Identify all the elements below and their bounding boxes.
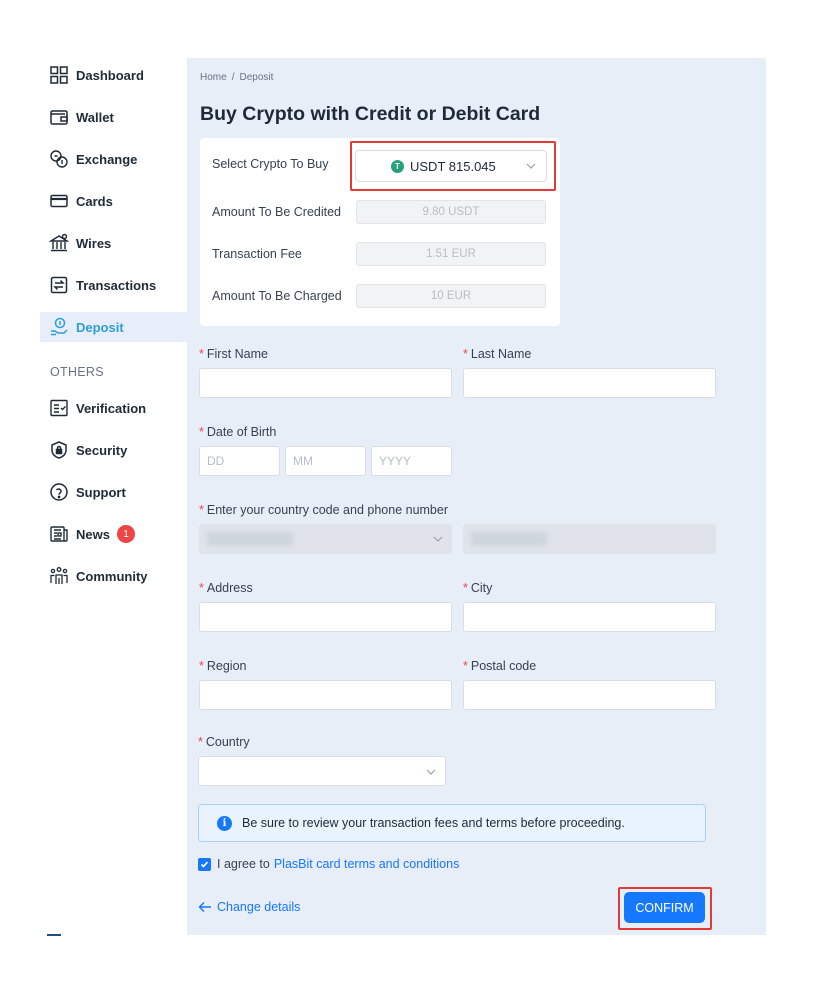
dob-month-input[interactable]	[285, 446, 366, 476]
chevron-down-icon	[432, 532, 444, 550]
country-label: * Country	[198, 735, 250, 749]
sidebar-collapse-handle[interactable]	[47, 934, 61, 936]
deposit-icon	[49, 317, 69, 337]
sidebar-item-wallet[interactable]: Wallet	[40, 102, 188, 132]
sidebar-item-news[interactable]: News 1	[40, 519, 188, 549]
last-name-label: * Last Name	[463, 347, 532, 361]
dob-label: * Date of Birth	[199, 425, 277, 439]
sidebar-item-deposit[interactable]: Deposit	[40, 312, 188, 342]
help-icon	[49, 482, 69, 502]
chevron-down-icon	[525, 160, 537, 175]
first-name-label: * First Name	[199, 347, 268, 361]
dob-year-input[interactable]	[371, 446, 452, 476]
arrow-left-icon	[198, 902, 211, 912]
redacted-country-code	[207, 532, 293, 546]
sidebar-item-label: News	[76, 526, 110, 542]
sidebar-item-label: Verification	[76, 400, 147, 416]
breadcrumb-home[interactable]: Home	[200, 72, 227, 83]
sidebar-item-wires[interactable]: Wires	[40, 228, 188, 258]
info-alert: i Be sure to review your transaction fee…	[198, 804, 706, 842]
postal-code-label: * Postal code	[463, 659, 537, 673]
sidebar-item-cards[interactable]: Cards	[40, 186, 188, 216]
terms-link[interactable]: PlasBit card terms and conditions	[274, 857, 460, 871]
country-code-select[interactable]	[199, 524, 452, 554]
sidebar-item-support[interactable]: Support	[40, 477, 188, 507]
terms-agreement: I agree to PlasBit card terms and condit…	[198, 857, 459, 871]
sidebar-item-label: Security	[76, 442, 128, 458]
verification-icon	[49, 398, 69, 418]
address-label: * Address	[199, 581, 253, 595]
region-label: * Region	[199, 659, 247, 673]
sidebar-item-label: Deposit	[76, 319, 124, 335]
last-name-input[interactable]	[463, 368, 716, 398]
crypto-select[interactable]: T USDT 815.045	[355, 150, 547, 182]
deposit-panel: Home / Deposit Buy Crypto with Credit or D…	[187, 58, 766, 935]
breadcrumb-separator: /	[231, 72, 235, 83]
amount-credited-label: Amount To Be Credited	[212, 205, 342, 219]
confirm-button[interactable]: CONFIRM	[624, 892, 705, 923]
dob-day-input[interactable]	[199, 446, 280, 476]
breadcrumb: Home / Deposit	[200, 72, 273, 83]
news-icon	[49, 524, 69, 544]
amount-credited-value: 9.80 USDT	[356, 200, 546, 224]
country-select[interactable]	[198, 756, 446, 786]
info-icon: i	[217, 815, 232, 831]
terms-prefix: I agree to	[217, 857, 270, 871]
phone-number-input[interactable]	[463, 524, 716, 554]
transaction-fee-label: Transaction Fee	[212, 247, 302, 261]
breadcrumb-current: Deposit	[239, 72, 274, 83]
exchange-icon	[49, 149, 69, 169]
sidebar-section-label: OTHERS	[50, 365, 104, 379]
tether-icon: T	[391, 160, 404, 173]
sidebar-item-community[interactable]: Community	[40, 561, 188, 591]
purchase-summary-card: Select Crypto To Buy T USDT 815.045 Amou…	[200, 138, 560, 326]
news-count-badge: 1	[116, 525, 135, 543]
first-name-input[interactable]	[199, 368, 452, 398]
sidebar-item-label: Cards	[76, 193, 113, 209]
sidebar-item-label: Wires	[76, 235, 112, 251]
region-input[interactable]	[199, 680, 452, 710]
amount-charged-value: 10 EUR	[356, 284, 546, 308]
sidebar-item-security[interactable]: Security	[40, 435, 188, 465]
sidebar-item-exchange[interactable]: Exchange	[40, 144, 188, 174]
transaction-fee-value: 1.51 EUR	[356, 242, 546, 266]
bank-icon	[49, 233, 69, 253]
page-title: Buy Crypto with Credit or Debit Card	[200, 103, 541, 125]
chevron-down-icon	[425, 765, 437, 783]
dashboard-icon	[49, 65, 69, 85]
postal-code-input[interactable]	[463, 680, 716, 710]
info-message: Be sure to review your transaction fees …	[242, 816, 625, 830]
sidebar-item-dashboard[interactable]: Dashboard	[40, 60, 188, 90]
sidebar-item-verification[interactable]: Verification	[40, 393, 188, 423]
change-details-label: Change details	[217, 900, 301, 914]
sidebar-item-label: Support	[76, 484, 126, 500]
change-details-link[interactable]: Change details	[198, 900, 300, 914]
wallet-icon	[49, 107, 69, 127]
address-input[interactable]	[199, 602, 452, 632]
sidebar-item-label: Wallet	[76, 109, 114, 125]
community-icon	[49, 566, 69, 586]
amount-charged-label: Amount To Be Charged	[212, 289, 342, 303]
sidebar-item-label: Dashboard	[76, 67, 144, 83]
card-icon	[49, 191, 69, 211]
redacted-phone-number	[471, 532, 547, 546]
select-crypto-label: Select Crypto To Buy	[212, 157, 329, 171]
terms-checkbox[interactable]	[198, 857, 211, 871]
city-label: * City	[463, 581, 493, 595]
phone-label: * Enter your country code and phone numbe…	[199, 503, 449, 517]
crypto-select-value: USDT 815.045	[410, 158, 496, 174]
sidebar-item-label: Transactions	[76, 277, 157, 293]
sidebar-item-transactions[interactable]: Transactions	[40, 270, 188, 300]
sidebar-item-label: Community	[76, 568, 148, 584]
shield-lock-icon	[49, 440, 69, 460]
city-input[interactable]	[463, 602, 716, 632]
transactions-icon	[49, 275, 69, 295]
sidebar-item-label: Exchange	[76, 151, 138, 167]
